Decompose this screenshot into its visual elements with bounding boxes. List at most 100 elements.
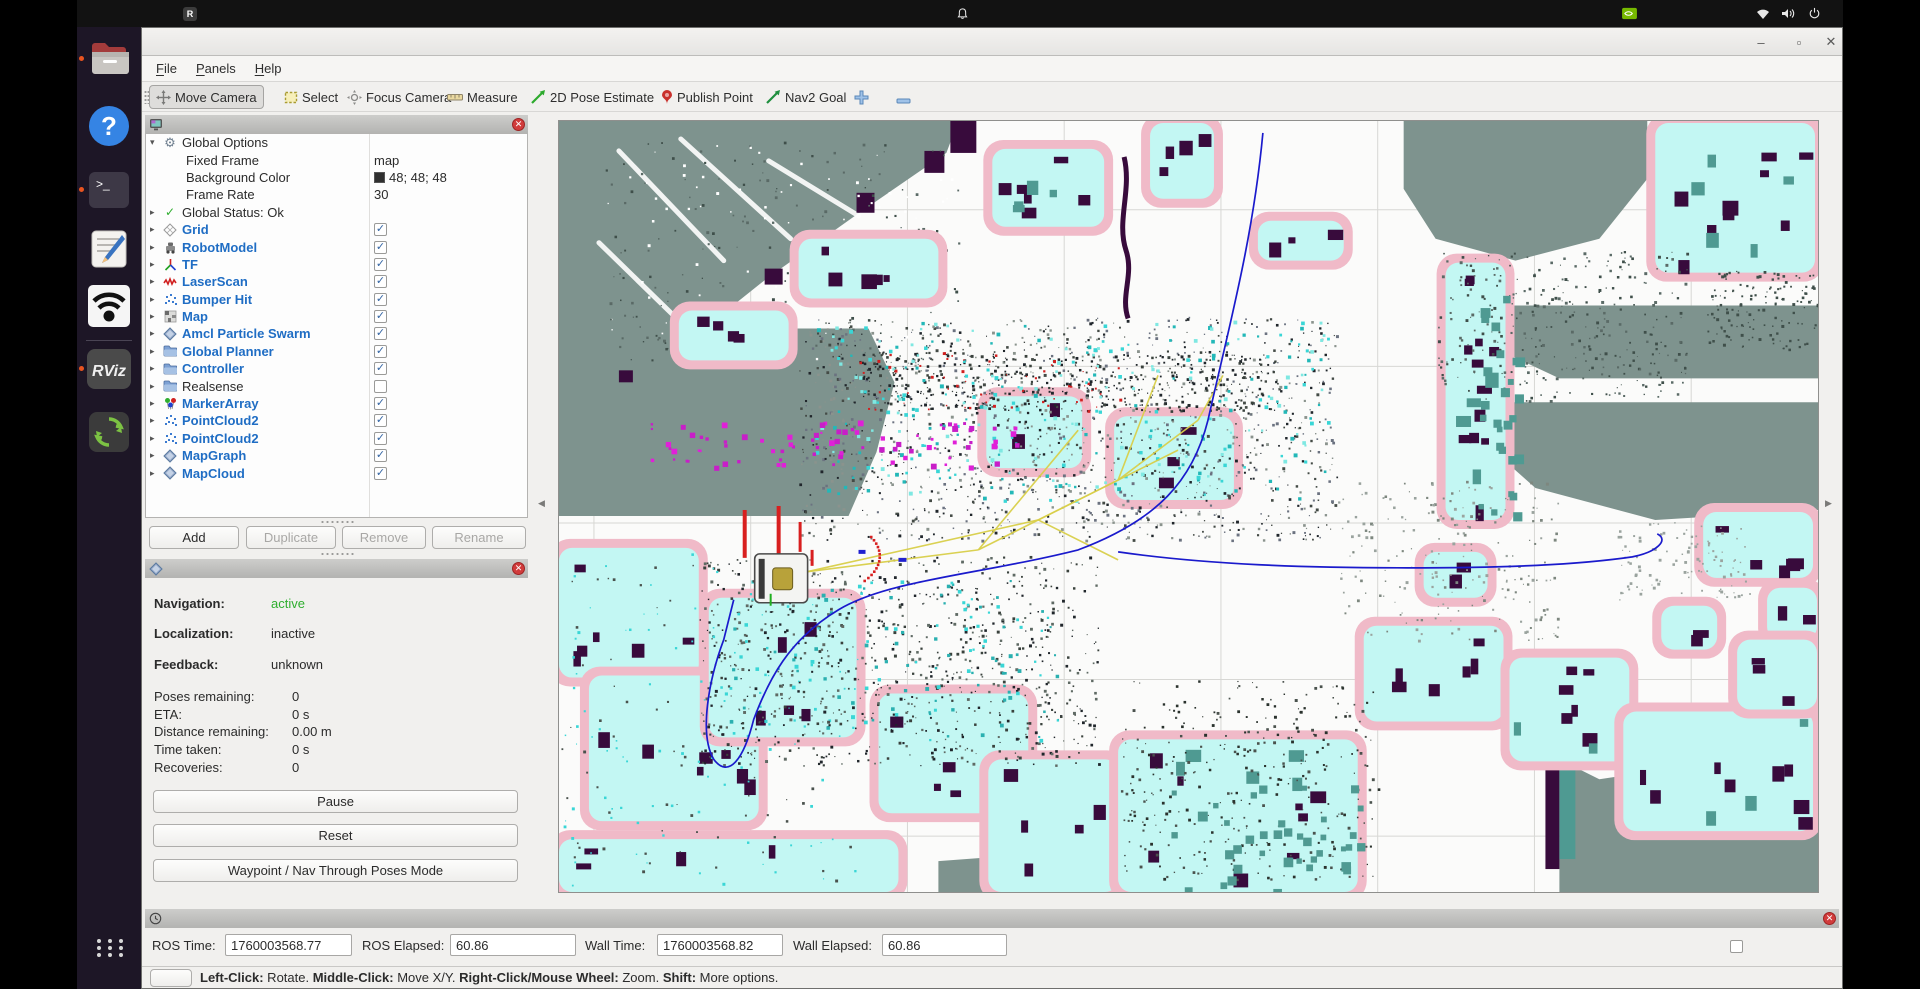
time-field-input-ros-elapsed-[interactable]: 60.86 [450, 934, 576, 956]
display-row-robotmodel[interactable]: ▸RobotModel✓ [146, 238, 527, 255]
titlebar[interactable]: – ▫ ✕ [142, 28, 1842, 56]
enable-checkbox[interactable]: ✓ [374, 414, 387, 427]
left-splitter-arrow-icon[interactable]: ◀ [538, 498, 545, 509]
waypoint-nav-through-poses-mode-button[interactable]: Waypoint / Nav Through Poses Mode [153, 859, 518, 882]
display-row-global-options[interactable]: ▾⚙Global Options [146, 134, 527, 151]
display-row-map[interactable]: ▸Map✓ [146, 308, 527, 325]
display-row-pointcloud2[interactable]: ▸PointCloud2✓ [146, 412, 527, 429]
navigation-close-icon[interactable]: ✕ [512, 562, 525, 575]
gpu-mode-indicator[interactable] [1622, 0, 1642, 27]
display-row-amcl-particle-swarm[interactable]: ▸Amcl Particle Swarm✓ [146, 325, 527, 342]
display-row-global-planner[interactable]: ▸Global Planner✓ [146, 343, 527, 360]
expand-arrow-icon[interactable]: ▸ [150, 450, 160, 461]
dock-item-files[interactable] [86, 37, 132, 83]
display-row-bumper-hit[interactable]: ▸Bumper Hit✓ [146, 291, 527, 308]
panel-splitter-handle[interactable] [320, 552, 354, 556]
display-row-global-status-ok[interactable]: ▸✓Global Status: Ok [146, 204, 527, 221]
dock-item-updater[interactable] [86, 410, 132, 456]
enable-checkbox[interactable]: ✓ [374, 293, 387, 306]
enable-checkbox[interactable]: ✓ [374, 362, 387, 375]
display-row-mapcloud[interactable]: ▸MapCloud✓ [146, 464, 527, 481]
tool-move-camera[interactable]: Move Camera [149, 85, 264, 109]
dock-item-terminal[interactable]: >_ [86, 168, 132, 214]
wifi-icon[interactable] [1756, 0, 1770, 27]
enable-checkbox[interactable]: ✓ [374, 432, 387, 445]
dock-item-rviz[interactable]: RViz [86, 347, 132, 393]
time-close-icon[interactable]: ✕ [1823, 912, 1836, 925]
expand-arrow-icon[interactable]: ▸ [150, 311, 160, 322]
enable-checkbox[interactable]: ✓ [374, 467, 387, 480]
expand-arrow-icon[interactable]: ▾ [150, 137, 160, 148]
expand-arrow-icon[interactable]: ▸ [150, 259, 160, 270]
enable-checkbox[interactable]: ✓ [374, 223, 387, 236]
show-applications-button[interactable] [97, 939, 127, 957]
pause-button[interactable]: Pause [153, 790, 518, 813]
expand-arrow-icon[interactable]: ▸ [150, 224, 160, 235]
time-reset-button[interactable] [150, 969, 192, 987]
clock[interactable] [77, 0, 1843, 27]
enable-checkbox[interactable] [374, 380, 387, 393]
tool-measure[interactable]: Measure [441, 85, 524, 109]
time-field-input-ros-time-[interactable]: 1760003568.77 [225, 934, 352, 956]
enable-checkbox[interactable]: ✓ [374, 275, 387, 288]
expand-arrow-icon[interactable]: ▸ [150, 276, 160, 287]
close-button[interactable]: ✕ [1822, 33, 1840, 51]
expand-arrow-icon[interactable]: ▸ [150, 468, 160, 479]
focused-app-indicator[interactable]: R [183, 0, 202, 27]
dock-item-editor[interactable] [86, 227, 132, 273]
dock-item-help[interactable]: ? [86, 104, 132, 150]
experimental-toggle[interactable] [1730, 940, 1749, 953]
menu-panels[interactable]: Panels [191, 59, 241, 78]
enable-checkbox[interactable]: ✓ [374, 241, 387, 254]
experimental-checkbox[interactable] [1730, 940, 1743, 953]
duplicate-display-button[interactable]: Duplicate [246, 526, 336, 549]
displays-splitter-handle[interactable] [320, 520, 354, 524]
displays-panel-header[interactable]: ✕ [145, 115, 528, 134]
display-row-background-color[interactable]: Background Color48; 48; 48 [146, 169, 527, 186]
minimize-button[interactable]: – [1752, 33, 1770, 51]
tool-focus-camera[interactable]: Focus Camera [341, 85, 457, 109]
expand-arrow-icon[interactable]: ▸ [150, 294, 160, 305]
property-value[interactable]: 48; 48; 48 [374, 170, 447, 185]
enable-checkbox[interactable]: ✓ [374, 449, 387, 462]
volume-icon[interactable] [1781, 0, 1796, 27]
expand-arrow-icon[interactable]: ▸ [150, 363, 160, 374]
property-value[interactable]: map [374, 153, 399, 168]
remove-tool-button[interactable] [890, 89, 917, 113]
menu-help[interactable]: Help [250, 59, 287, 78]
navigation-panel-header[interactable]: ✕ [145, 559, 528, 578]
display-row-grid[interactable]: ▸Grid✓ [146, 221, 527, 238]
display-row-realsense[interactable]: ▸Realsense [146, 377, 527, 394]
displays-close-icon[interactable]: ✕ [512, 118, 525, 131]
expand-arrow-icon[interactable]: ▸ [150, 381, 160, 392]
expand-arrow-icon[interactable]: ▸ [150, 398, 160, 409]
tool-nav2-goal[interactable]: Nav2 Goal [760, 85, 852, 109]
display-row-markerarray[interactable]: ▸MarkerArray✓ [146, 395, 527, 412]
enable-checkbox[interactable]: ✓ [374, 310, 387, 323]
expand-arrow-icon[interactable]: ▸ [150, 328, 160, 339]
enable-checkbox[interactable]: ✓ [374, 345, 387, 358]
dock-item-wifi[interactable] [86, 284, 132, 330]
time-field-input-wall-time-[interactable]: 1760003568.82 [657, 934, 783, 956]
display-row-controller[interactable]: ▸Controller✓ [146, 360, 527, 377]
expand-arrow-icon[interactable]: ▸ [150, 207, 160, 218]
right-splitter-arrow-icon[interactable]: ▶ [1825, 498, 1832, 509]
display-row-frame-rate[interactable]: Frame Rate30 [146, 186, 527, 203]
remove-display-button[interactable]: Remove [342, 526, 426, 549]
tool-2d-pose-estimate[interactable]: 2D Pose Estimate [525, 85, 660, 109]
display-row-tf[interactable]: ▸TF✓ [146, 256, 527, 273]
3d-viewport[interactable] [558, 120, 1819, 893]
expand-arrow-icon[interactable]: ▸ [150, 433, 160, 444]
display-row-fixed-frame[interactable]: Fixed Framemap [146, 151, 527, 168]
display-row-mapgraph[interactable]: ▸MapGraph✓ [146, 447, 527, 464]
add-tool-button[interactable] [848, 85, 875, 109]
display-row-laserscan[interactable]: ▸LaserScan✓ [146, 273, 527, 290]
expand-arrow-icon[interactable]: ▸ [150, 346, 160, 357]
power-icon[interactable] [1808, 0, 1821, 27]
time-field-input-wall-elapsed-[interactable]: 60.86 [882, 934, 1007, 956]
rename-display-button[interactable]: Rename [432, 526, 526, 549]
expand-arrow-icon[interactable]: ▸ [150, 415, 160, 426]
menu-file[interactable]: File [151, 59, 182, 78]
reset-button[interactable]: Reset [153, 824, 518, 847]
tool-publish-point[interactable]: Publish Point [655, 85, 759, 109]
